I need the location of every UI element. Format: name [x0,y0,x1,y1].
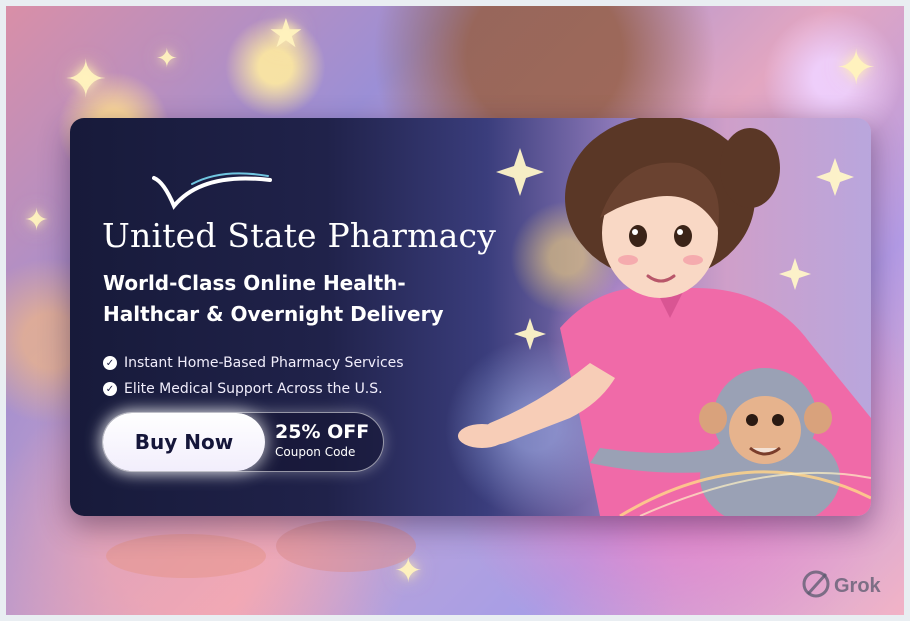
brand-name: United State Pharmacy [102,216,497,255]
coupon-code-label: Coupon Code [275,444,356,459]
background-star-icon: ✦ [836,40,877,96]
background-star-icon: ★ [268,11,304,57]
feature-item: ✓ Elite Medical Support Across the U.S. [103,376,404,402]
check-circle-icon: ✓ [103,356,117,370]
background-star-icon: ✦ [64,50,108,110]
background-star-icon: ✦ [24,203,50,238]
coupon-discount: 25% OFF [275,421,370,443]
promo-card: United State Pharmacy World-Class Online… [70,118,871,516]
buy-now-button[interactable]: Buy Now [103,413,265,471]
feature-text: Elite Medical Support Across the U.S. [124,381,383,397]
girl-and-monkey-illustration [458,118,871,516]
feature-item: ✓ Instant Home-Based Pharmacy Services [103,350,404,376]
feature-text: Instant Home-Based Pharmacy Services [124,355,404,371]
svg-text:Grok: Grok [834,575,882,597]
grok-logo-icon: Grok [802,570,882,598]
banner-frame: ★ ✦ ✦ ✦ ✦ ✦ United State Pharmacy World-… [6,6,904,615]
check-circle-icon: ✓ [103,382,117,396]
headline-line-1: World-Class Online Health- [103,271,406,295]
background-hands-illustration [106,520,416,578]
checkmark-swoosh-icon [152,172,272,210]
headline: World-Class Online Health- Halthcar & Ov… [103,268,444,330]
feature-list: ✓ Instant Home-Based Pharmacy Services ✓… [103,350,404,402]
background-star-icon: ✦ [156,44,178,74]
coupon-offer[interactable]: 25% OFF Coupon Code [275,422,369,459]
cta-pill[interactable]: Buy Now 25% OFF Coupon Code [102,412,384,472]
headline-line-2: Halthcar & Overnight Delivery [103,302,444,326]
